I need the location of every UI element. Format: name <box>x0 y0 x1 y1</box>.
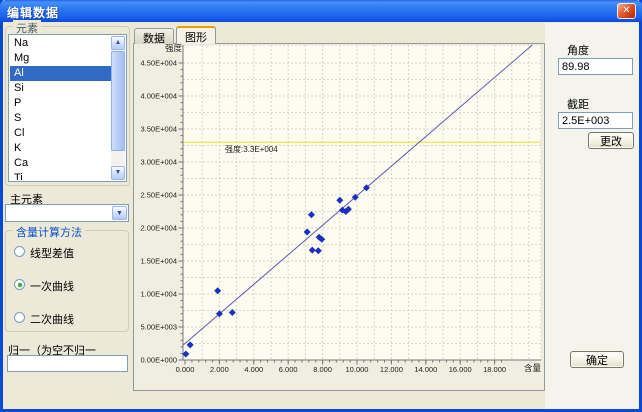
svg-text:10.000: 10.000 <box>346 365 369 374</box>
main-element-combobox[interactable]: ▼ <box>5 204 129 222</box>
svg-text:8.000: 8.000 <box>313 365 332 374</box>
method-groupbox: 含量计算方法 线型差值一次曲线二次曲线 <box>5 230 129 332</box>
svg-text:16.000: 16.000 <box>449 365 472 374</box>
intercept-input[interactable] <box>558 112 633 129</box>
element-item[interactable]: S <box>10 111 111 126</box>
angle-input[interactable] <box>558 58 633 75</box>
element-list: NaMgAlSiPSClKCaTi <box>10 36 111 180</box>
svg-text:14.000: 14.000 <box>414 365 437 374</box>
element-item[interactable]: Al <box>10 66 111 81</box>
svg-text:2.00E+004: 2.00E+004 <box>141 224 178 233</box>
svg-text:4.00E+004: 4.00E+004 <box>141 92 178 101</box>
svg-text:强度:3.3E+004: 强度:3.3E+004 <box>225 144 278 154</box>
element-item[interactable]: K <box>10 141 111 156</box>
scroll-down-icon: ▼ <box>115 169 122 176</box>
tab-data[interactable]: 数据 <box>134 28 174 44</box>
method-option-label: 二次曲线 <box>30 311 74 327</box>
normalize-input[interactable] <box>7 355 128 372</box>
element-listbox: NaMgAlSiPSClKCaTi ▲ ▼ <box>8 34 127 182</box>
calibration-chart: 强度:3.3E+004 0.000 2.000 4.000 6.000 8.000 10.0… <box>145 40 545 388</box>
close-button[interactable]: ✕ <box>617 3 636 19</box>
svg-text:3.00E+004: 3.00E+004 <box>141 158 178 167</box>
svg-text:0.000: 0.000 <box>176 365 195 374</box>
method-option-label: 一次曲线 <box>30 278 74 294</box>
svg-text:2.50E+004: 2.50E+004 <box>141 191 178 200</box>
svg-text:1.50E+004: 1.50E+004 <box>141 257 178 266</box>
svg-text:18.000: 18.000 <box>483 365 506 374</box>
elements-groupbox: 元素 NaMgAlSiPSClKCaTi ▲ ▼ <box>5 26 130 186</box>
radio-icon <box>14 246 25 257</box>
scroll-up-icon: ▲ <box>115 39 122 46</box>
svg-text:12.000: 12.000 <box>380 365 403 374</box>
titlebar[interactable]: 编辑数据 ✕ <box>0 0 642 22</box>
tab-graph[interactable]: 图形 <box>176 26 216 44</box>
element-item[interactable]: Mg <box>10 51 111 66</box>
svg-text:3.50E+004: 3.50E+004 <box>141 125 178 134</box>
close-icon: ✕ <box>622 5 630 16</box>
svg-text:强度: 强度 <box>165 43 183 53</box>
tab-strip: 数据图形 <box>134 26 218 44</box>
change-button[interactable]: 更改 <box>588 132 634 149</box>
svg-text:含量: 含量 <box>524 363 542 373</box>
edit-data-window: 编辑数据 ✕ 元素 NaMgAlSiPSClKCaTi ▲ ▼ 主元素 ▼ <box>0 0 642 412</box>
chevron-down-icon: ▼ <box>116 210 123 217</box>
combo-dropdown-button[interactable]: ▼ <box>112 206 127 220</box>
intercept-label: 截距 <box>567 96 589 112</box>
svg-text:6.000: 6.000 <box>279 365 298 374</box>
svg-text:1.00E+004: 1.00E+004 <box>141 290 178 299</box>
method-option-label: 线型差值 <box>30 245 74 261</box>
method-group-label: 含量计算方法 <box>13 224 85 240</box>
scroll-up-button[interactable]: ▲ <box>111 36 125 50</box>
element-item[interactable]: P <box>10 96 111 111</box>
element-item[interactable]: Si <box>10 81 111 96</box>
ok-button[interactable]: 确定 <box>570 351 624 368</box>
scrollbar-thumb[interactable] <box>111 51 125 151</box>
window-title: 编辑数据 <box>7 4 59 21</box>
radio-selected-icon <box>14 279 25 290</box>
angle-label: 角度 <box>567 42 589 58</box>
element-item[interactable]: Ca <box>10 156 111 171</box>
svg-text:0.00E+000: 0.00E+000 <box>141 356 178 365</box>
element-item[interactable]: Ti <box>10 171 111 180</box>
element-item[interactable]: Cl <box>10 126 111 141</box>
svg-text:4.000: 4.000 <box>244 365 263 374</box>
scroll-down-button[interactable]: ▼ <box>111 166 125 180</box>
element-list-scrollbar[interactable]: ▲ ▼ <box>111 36 125 180</box>
radio-icon <box>14 312 25 323</box>
svg-text:4.50E+004: 4.50E+004 <box>141 59 178 68</box>
svg-text:2.000: 2.000 <box>210 365 229 374</box>
svg-text:5.00E+003: 5.00E+003 <box>141 323 178 332</box>
element-item[interactable]: Na <box>10 36 111 51</box>
